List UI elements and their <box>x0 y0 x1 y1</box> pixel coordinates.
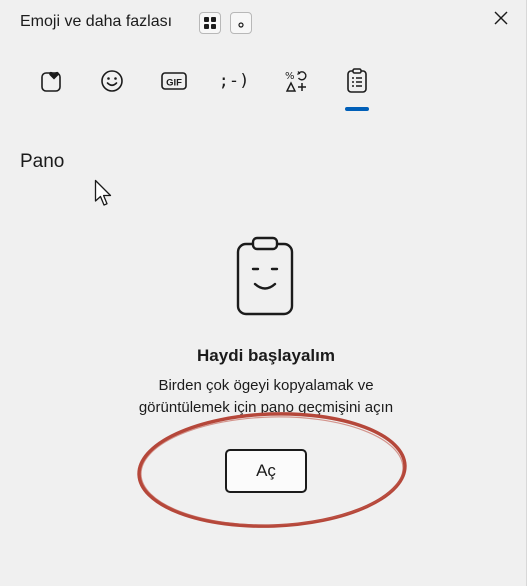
svg-text:GIF: GIF <box>166 78 182 89</box>
smiley-icon <box>101 70 123 92</box>
symbols-icon: % <box>285 71 307 92</box>
clipboard-icon <box>347 68 367 93</box>
tab-symbols[interactable]: % <box>273 58 319 104</box>
mouse-cursor-icon <box>94 179 112 206</box>
close-button[interactable] <box>489 6 513 30</box>
section-title: Pano <box>20 151 65 172</box>
tab-clipboard[interactable] <box>334 58 380 104</box>
small-circle-icon <box>238 22 244 28</box>
gif-icon: GIF <box>161 72 187 90</box>
category-tabs: GIF ;-) % <box>0 58 527 114</box>
tab-favorites[interactable] <box>29 58 75 104</box>
selected-tab-indicator <box>345 107 369 111</box>
tab-kaomoji[interactable]: ;-) <box>211 58 257 104</box>
svg-text:%: % <box>285 71 295 82</box>
empty-state-description: Birden çok ögeyi kopyalamak ve görüntüle… <box>0 375 527 419</box>
compact-view-button[interactable] <box>230 12 252 34</box>
tab-emoji[interactable] <box>89 58 135 104</box>
kaomoji-icon: ;-) <box>218 71 250 91</box>
clipboard-smile-illustration <box>236 236 294 316</box>
emoji-panel: Emoji ve daha fazlası GIF ;-) % Pano Hay… <box>0 0 527 586</box>
empty-state-title: Haydi başlayalım <box>197 346 335 365</box>
panel-title: Emoji ve daha fazlası <box>20 13 173 30</box>
open-clipboard-history-button[interactable]: Aç <box>225 449 307 493</box>
grid-icon <box>204 17 216 29</box>
empty-state-description-line1: Birden çok ögeyi kopyalamak ve <box>158 377 374 394</box>
close-icon <box>494 11 508 25</box>
empty-state-description-line2: görüntülemek için pano geçmişini açın <box>138 399 394 416</box>
heart-square-icon <box>41 71 61 92</box>
grid-view-button[interactable] <box>199 12 221 34</box>
title-bar: Emoji ve daha fazlası <box>0 0 527 48</box>
tab-gif[interactable]: GIF <box>151 58 197 104</box>
